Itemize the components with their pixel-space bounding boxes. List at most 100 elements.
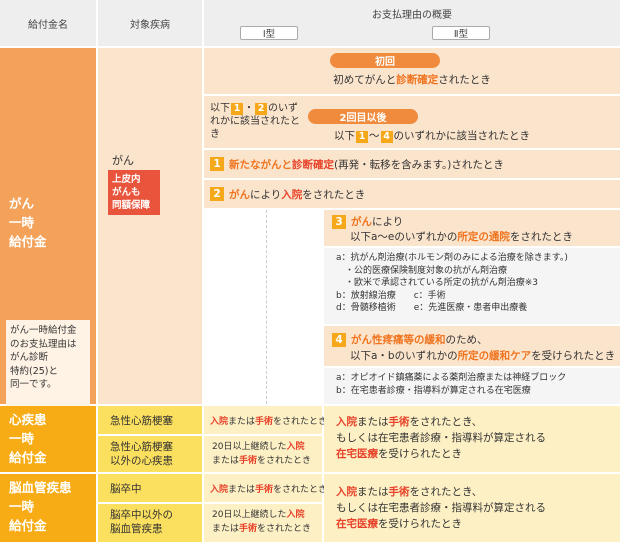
num-1: 1	[231, 103, 243, 115]
r4-a: がん性疼痛等の緩和	[351, 334, 446, 346]
heart-benefit-name: 心疾患 一時 給付金	[9, 412, 47, 465]
reason-4-row: 4 がん性疼痛等の緩和のため、 以下a・bのいずれかの所定の緩和ケアを受けられたと…	[324, 326, 620, 366]
r4-e: を受けられたとき	[531, 350, 616, 362]
heart-t1-hosp: 入院	[210, 416, 229, 427]
r1-c: (再発・転移を含みます。)されたとき	[334, 158, 504, 171]
num-1b: 1	[356, 131, 368, 143]
header-type2: Ⅱ型	[432, 26, 490, 40]
first-text-a: 初めてがんと	[333, 74, 397, 86]
heart-type2-d: をされたとき、	[409, 416, 483, 428]
heart-type2-e: もしくは在宅患者診療・指導料が算定される	[336, 432, 546, 444]
brain-type1-row2: 20日以上継続した入院 または手術をされたとき	[204, 504, 322, 542]
r3-a: がん	[351, 216, 372, 228]
num-2c: 2	[210, 187, 224, 201]
heart-type2-g: を受けられたとき	[378, 448, 462, 460]
heart-type2-surgery: 手術	[388, 416, 410, 428]
num-3: 3	[332, 215, 346, 229]
r2-hospitalization: 入院	[281, 188, 303, 201]
num-1c: 1	[210, 157, 224, 171]
reason-1-row: 1 新たながんと 診断確定 (再発・転移を含みます。)されたとき	[204, 150, 620, 178]
cancer-note: がん一時給付金 のお支払理由は がん診断 特約(25)と 同一です。	[10, 325, 77, 390]
brain-t2-a: 20日以上継続した	[212, 510, 287, 520]
brain-type2-e: もしくは在宅患者診療・指導料が算定される	[336, 502, 546, 514]
brain-t1-hosp: 入院	[210, 484, 229, 495]
r4-b: のため、	[445, 334, 488, 346]
header-type1: Ⅰ型	[240, 26, 298, 40]
second-text-b: 〜	[369, 130, 380, 142]
cancer-benefit-cell: がん 一時 給付金 がん一時給付金 のお支払理由は がん診断 特約(25)と 同…	[0, 48, 96, 448]
num-4: 4	[332, 333, 346, 347]
r3-e: をされたとき	[509, 231, 573, 243]
heart-t2-c: または	[212, 456, 240, 466]
cancer-disease-label: がん	[112, 154, 134, 167]
brain-benefit-name: 脳血管疾患 一時 給付金	[9, 480, 72, 533]
first-pill: 初回	[330, 53, 440, 68]
heart-disease-1: 急性心筋梗塞	[98, 406, 202, 434]
brain-type2-hosp: 入院	[336, 486, 357, 498]
r3-b: により	[372, 216, 404, 228]
reason-3-list: a：抗がん剤治療(ホルモン剤のみによる治療を除きます。) ・公的医療保険制度対象…	[324, 248, 620, 324]
heart-t2-a: 20日以上継続した	[212, 442, 287, 452]
r3-list-bc: b：放射線治療 c：手術	[336, 290, 446, 301]
r2-d: をされたとき	[302, 188, 366, 201]
r4-c: 以下a・bのいずれかの	[350, 350, 458, 362]
heart-type2-b: または	[357, 416, 389, 428]
second-text: 以下 1 〜 4 のいずれかに該当されたとき	[334, 128, 530, 143]
brain-type2-b: または	[357, 486, 389, 498]
reason-2-row: 2 がん により 入院 をされたとき	[204, 180, 620, 208]
brain-type2-surgery: 手術	[388, 486, 410, 498]
first-text-diagnosis: 診断確定	[396, 74, 439, 86]
heart-type2-homecare: 在宅医療	[336, 448, 378, 460]
brain-type2-cell: 入院または手術をされたとき、 もしくは在宅患者診療・指導料が算定される 在宅医療…	[324, 474, 620, 542]
cancer-intraepithelial-tag: 上皮内 がんも 同額保障	[108, 170, 160, 215]
type1-text-a: 以下	[210, 103, 230, 114]
header-target-disease: 対象疾病	[98, 0, 202, 46]
header-benefit-name: 給付金名	[0, 0, 96, 46]
r1-diagnosis: 診断確定	[292, 158, 334, 171]
brain-t2-hosp: 入院	[286, 510, 305, 520]
brain-t1-b: または	[228, 484, 256, 495]
r3-list-a: a：抗がん剤治療(ホルモン剤のみによる治療を除きます。)	[336, 253, 568, 263]
brain-type2-homecare: 在宅医療	[336, 518, 378, 530]
r3-list-a1: ・公的医療保険制度対象の抗がん剤治療	[336, 265, 508, 276]
type1-blank-area	[204, 210, 322, 404]
brain-t2-surgery: 手術	[239, 524, 258, 534]
heart-t1-d: をされたとき	[273, 416, 328, 427]
type1-divider	[266, 210, 267, 404]
brain-disease-2: 脳卒中以外の 脳血管疾患	[98, 504, 202, 542]
r3-list-de: d：骨髄移植術 e：先進医療・患者申出療養	[336, 303, 528, 313]
brain-t1-d: をされたとき	[273, 484, 328, 495]
heart-disease-2: 急性心筋梗塞 以外の心疾患	[98, 436, 202, 472]
first-text: 初めてがんと診断確定されたとき	[204, 72, 620, 87]
r3-c: 以下a〜eのいずれかの	[350, 231, 458, 243]
heart-type1-row1: 入院 または 手術 をされたとき	[204, 406, 327, 434]
reason-4-list: a：オピオイド鎮痛薬による薬剤治療または神経ブロック b：在宅患者診療・指導料が…	[324, 368, 620, 404]
cancer-disease-cell: がん 上皮内 がんも 同額保障	[98, 48, 202, 404]
brain-type2-d: をされたとき、	[409, 486, 483, 498]
heart-benefit-cell: 心疾患 一時 給付金	[0, 406, 96, 472]
r4-list-a: a：オピオイド鎮痛薬による薬剤治療または神経ブロック	[336, 373, 567, 383]
brain-t2-e: をされたとき	[257, 524, 312, 534]
brain-benefit-cell: 脳血管疾患 一時 給付金	[0, 474, 96, 542]
brain-type1-row1: 入院 または 手術 をされたとき	[204, 474, 327, 502]
heart-t1-surgery: 手術	[255, 416, 274, 427]
reason-3-row: 3 がんにより 以下a〜eのいずれかの所定の通院をされたとき	[324, 210, 620, 246]
r2-a: がん	[229, 188, 250, 201]
second-text-a: 以下	[334, 130, 355, 142]
heart-t2-hosp: 入院	[286, 442, 305, 452]
cancer-benefit-name: がん 一時 給付金	[9, 196, 47, 249]
brain-type2-g: を受けられたとき	[378, 518, 462, 530]
r2-b: により	[250, 188, 282, 201]
heart-t1-b: または	[228, 416, 256, 427]
num-4b: 4	[380, 131, 393, 143]
heart-type2-cell: 入院または手術をされたとき、 もしくは在宅患者診療・指導料が算定される 在宅医療…	[324, 406, 620, 472]
heart-type1-row2: 20日以上継続した入院 または手術をされたとき	[204, 436, 322, 472]
heart-t2-surgery: 手術	[239, 456, 258, 466]
second-text-c: のいずれかに該当されたとき	[393, 130, 531, 142]
r3-list-a2: ・欧米で承認されている所定の抗がん剤治療※3	[336, 278, 538, 288]
num-2: 2	[255, 103, 267, 115]
second-pill: 2回目以後	[308, 109, 418, 124]
heart-type2-hosp: 入院	[336, 416, 357, 428]
r1-a: 新たながんと	[229, 158, 292, 171]
type1-text: 以下 1 ・ 2 のいずれかに該当されたとき	[210, 103, 300, 140]
